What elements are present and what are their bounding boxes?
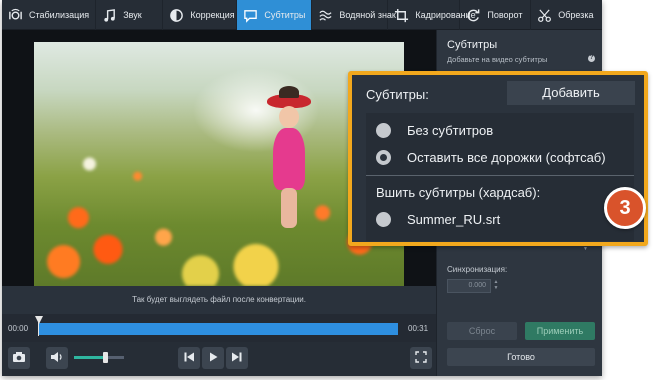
tab-sound[interactable]: Звук xyxy=(96,0,164,30)
volume-slider[interactable] xyxy=(74,352,124,363)
play-button[interactable] xyxy=(202,347,224,369)
tab-watermark[interactable]: Водяной знак xyxy=(312,0,396,30)
speech-bubble-icon xyxy=(243,8,258,23)
tab-subtitles[interactable]: Субтитры xyxy=(237,0,313,30)
tab-stabilization[interactable]: Стабилизация xyxy=(2,0,97,30)
preview-hint: Так будет выглядеть файл после конвертац… xyxy=(132,295,306,304)
help-icon[interactable]: ? xyxy=(588,55,595,62)
subtitles-callout: Субтитры: Добавить Без субтитров Оставит… xyxy=(348,71,648,246)
tab-crop[interactable]: Кадрирование xyxy=(388,0,476,30)
sync-label: Синхронизация: xyxy=(447,265,508,274)
volume-fill xyxy=(74,356,105,359)
option-label: Оставить все дорожки (софтсаб) xyxy=(407,150,606,165)
start-time: 00:00 xyxy=(8,324,29,333)
girl-figure xyxy=(267,86,311,244)
speaker-icon xyxy=(50,351,64,366)
camera-icon xyxy=(12,351,26,366)
sync-spinner-icon[interactable]: ▲ ▼ xyxy=(492,279,500,293)
rotate-icon xyxy=(466,8,481,23)
scissors-icon xyxy=(537,8,552,23)
crop-icon xyxy=(394,8,409,23)
effects-toolbar: Стабилизация Звук Коррекция Субтитры Вод… xyxy=(2,0,602,30)
skip-next-icon xyxy=(231,351,243,366)
tab-label: Обрезка xyxy=(558,10,594,20)
option-no-subtitles[interactable]: Без субтитров xyxy=(376,123,493,138)
radio-keep-tracks[interactable] xyxy=(376,150,391,165)
snapshot-button[interactable] xyxy=(8,347,30,369)
options-divider xyxy=(366,175,634,176)
skip-previous-icon xyxy=(183,351,195,366)
tab-label: Водяной знак xyxy=(339,10,396,20)
tab-rotate[interactable]: Поворот xyxy=(460,0,532,30)
timeline: 00:00 00:31 xyxy=(2,314,436,342)
contrast-icon xyxy=(169,8,184,23)
panel-subtitle: Добавьте на видео субтитры xyxy=(447,55,548,64)
option-label: Без субтитров xyxy=(407,123,494,138)
playback-controls xyxy=(2,342,436,376)
sync-input[interactable]: 0.000 xyxy=(447,279,491,293)
radio-burn-file[interactable] xyxy=(376,212,391,227)
volume-knob[interactable] xyxy=(103,352,108,363)
burn-subtitles-heading: Вшить субтитры (хардсаб): xyxy=(376,185,541,200)
tab-label: Поворот xyxy=(487,10,523,20)
reset-button[interactable]: Сброс xyxy=(447,322,517,340)
stabilize-icon xyxy=(8,8,23,23)
tab-label: Субтитры xyxy=(264,10,306,20)
fullscreen-icon xyxy=(415,350,427,366)
mute-button[interactable] xyxy=(46,347,68,369)
radio-no-subtitles[interactable] xyxy=(376,123,391,138)
timeline-track[interactable] xyxy=(38,323,398,335)
next-button[interactable] xyxy=(226,347,248,369)
end-time: 00:31 xyxy=(408,324,429,333)
step-badge: 3 xyxy=(604,187,646,229)
music-note-icon xyxy=(102,8,117,23)
subtitle-options: Без субтитров Оставить все дорожки (софт… xyxy=(366,113,634,241)
tab-label: Звук xyxy=(123,10,142,20)
fullscreen-button[interactable] xyxy=(410,347,432,369)
done-button[interactable]: Готово xyxy=(447,348,595,366)
option-label: Summer_RU.srt xyxy=(407,212,501,227)
tab-label: Стабилизация xyxy=(29,10,90,20)
play-icon xyxy=(207,351,219,366)
option-keep-tracks[interactable]: Оставить все дорожки (софтсаб) xyxy=(376,150,606,165)
option-burn-file[interactable]: Summer_RU.srt xyxy=(376,212,500,227)
add-subtitles-button[interactable]: Добавить xyxy=(507,81,635,105)
tab-correction[interactable]: Коррекция xyxy=(163,0,238,30)
previous-button[interactable] xyxy=(178,347,200,369)
panel-title: Субтитры xyxy=(447,39,498,51)
tab-label: Коррекция xyxy=(190,10,235,20)
tab-trim[interactable]: Обрезка xyxy=(531,0,602,30)
subtitles-label: Субтитры: xyxy=(366,87,429,102)
apply-button[interactable]: Применить xyxy=(525,322,595,340)
watermark-icon xyxy=(318,8,333,23)
